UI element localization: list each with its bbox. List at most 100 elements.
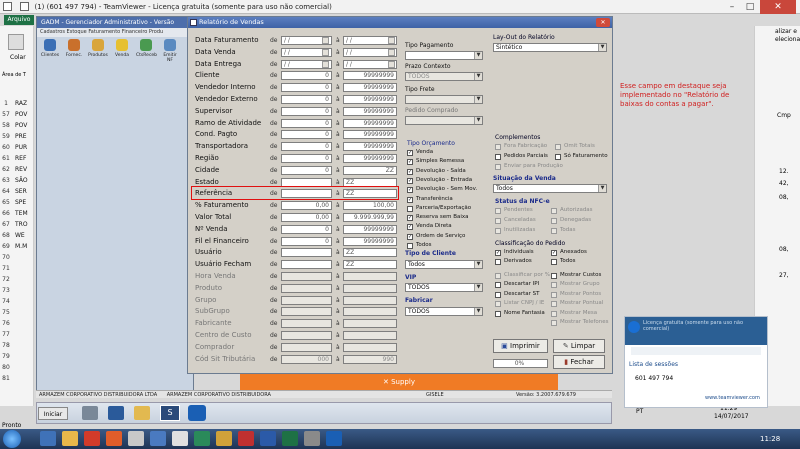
tipo-item-checkbox[interactable]: ✓	[407, 177, 413, 184]
calendar-icon[interactable]	[322, 48, 329, 56]
tipo-item-checkbox[interactable]: ✓	[407, 159, 413, 166]
tv-session-id[interactable]: 601 497 794	[635, 375, 673, 382]
filter-to-input[interactable]: 99999999	[343, 83, 397, 93]
network-icon[interactable]	[82, 406, 98, 420]
calendar-icon[interactable]	[322, 60, 329, 68]
option-right-checkbox[interactable]	[551, 282, 557, 289]
gadm-menu[interactable]: Cadastros Estoque Faturamento Financeiro…	[37, 28, 193, 37]
option-right-checkbox[interactable]	[551, 310, 557, 317]
filter-from-input[interactable]	[281, 307, 332, 317]
vip-select[interactable]: TODOS ▼	[405, 283, 483, 292]
nfce-item-checkbox[interactable]	[551, 208, 557, 214]
filter-from-input[interactable]	[281, 248, 332, 258]
row-number[interactable]: 71	[0, 265, 12, 272]
row-number[interactable]: 80	[0, 364, 12, 371]
filter-from-input[interactable]: 000	[281, 354, 332, 364]
row-number[interactable]: 73	[0, 287, 12, 294]
pedidos-parciais-checkbox[interactable]	[495, 154, 501, 160]
tipo-item-checkbox[interactable]	[407, 243, 413, 249]
filter-from-input[interactable]: 0	[281, 106, 332, 116]
option-right-checkbox[interactable]	[551, 320, 557, 326]
excel-icon[interactable]	[282, 431, 298, 446]
row-number[interactable]: 81	[0, 375, 12, 382]
cell-text[interactable]: SER	[15, 188, 27, 195]
option-right-checkbox[interactable]	[551, 291, 557, 298]
filter-to-input[interactable]: 99999999	[343, 95, 397, 104]
tv-website-link[interactable]: www.teamviewer.com	[705, 395, 760, 401]
filter-to-input[interactable]: 99999999	[343, 154, 397, 163]
row-number[interactable]: 70	[0, 254, 12, 261]
toolbar-emitir-nf[interactable]: Emitir NF	[160, 39, 180, 69]
filter-to-input[interactable]: 99999999	[343, 106, 397, 116]
ie-icon[interactable]	[40, 431, 56, 446]
cell-text[interactable]: POV	[15, 111, 27, 118]
nfce-item-checkbox[interactable]	[551, 228, 557, 234]
cell-text[interactable]: M.M	[15, 243, 27, 250]
cell-text[interactable]: SÃO	[15, 177, 28, 184]
row-number[interactable]: 74	[0, 298, 12, 305]
filter-to-input[interactable]: 99999999	[343, 142, 397, 152]
filter-from-input[interactable]	[281, 260, 332, 270]
tipo-item-checkbox[interactable]: ✓	[407, 168, 413, 175]
row-number[interactable]: 63	[0, 177, 12, 184]
filter-from-input[interactable]	[281, 295, 332, 305]
prazo-select[interactable]: TODOS ▼	[405, 72, 483, 81]
explorer-icon[interactable]	[62, 431, 78, 446]
nfce-item-checkbox[interactable]	[495, 228, 501, 234]
minimize-button[interactable]: –	[724, 0, 740, 14]
app-icon[interactable]	[238, 431, 254, 446]
row-number[interactable]: 69	[0, 243, 12, 250]
cell-text[interactable]: SPE	[15, 199, 26, 206]
filter-from-input[interactable]: 0	[281, 142, 332, 152]
filter-to-input[interactable]	[343, 319, 397, 329]
nfce-item-checkbox[interactable]	[495, 218, 501, 224]
row-number[interactable]: 61	[0, 155, 12, 162]
row-number[interactable]: 72	[0, 276, 12, 283]
row-number[interactable]: 77	[0, 331, 12, 338]
row-number[interactable]: 76	[0, 320, 12, 327]
tipo-item-checkbox[interactable]: ✓	[407, 224, 413, 231]
fechar-button[interactable]: ▮ Fechar	[553, 355, 605, 369]
app-icon[interactable]	[216, 431, 232, 446]
remote-lang[interactable]: PT	[636, 408, 643, 415]
filter-from-input[interactable]: 0,00	[281, 201, 332, 211]
gadm-task-icon[interactable]: S	[160, 405, 180, 421]
tipo-item-checkbox[interactable]: ✓	[407, 187, 413, 194]
situacao-select[interactable]: Todos ▼	[493, 184, 607, 193]
calendar-icon[interactable]	[388, 48, 395, 56]
layout-select[interactable]: Sintético ▼	[493, 43, 607, 52]
filter-to-input[interactable]: ZZ	[343, 165, 397, 175]
firefox-icon[interactable]	[106, 431, 122, 446]
row-number[interactable]: 1	[0, 100, 12, 107]
filter-to-input[interactable]	[343, 295, 397, 305]
calendar-icon[interactable]	[322, 37, 329, 44]
cell-text[interactable]: TEM	[15, 210, 28, 217]
option-right-checkbox[interactable]	[551, 273, 557, 279]
filter-to-input[interactable]: 99999999	[343, 224, 397, 234]
toolbar-venda[interactable]: Venda	[112, 39, 132, 69]
classif-item-checkbox[interactable]: ✓	[551, 250, 557, 256]
so-faturamento-checkbox[interactable]	[555, 154, 561, 160]
omit-totais-checkbox[interactable]	[555, 144, 561, 150]
toolbar-produtos[interactable]: Produtos	[88, 39, 108, 69]
filter-to-input[interactable]: ZZ	[343, 260, 397, 270]
tipo-frete-select[interactable]: ▼	[405, 95, 483, 104]
cell-text[interactable]: REF	[15, 155, 26, 162]
classif-item-checkbox[interactable]	[495, 259, 501, 265]
filter-from-input[interactable]: 0	[281, 83, 332, 93]
row-number[interactable]: 75	[0, 309, 12, 316]
row-number[interactable]: 66	[0, 210, 12, 217]
filter-to-input[interactable]: 100,00	[343, 201, 397, 211]
row-number[interactable]: 79	[0, 353, 12, 360]
filter-to-input[interactable]: 99999999	[343, 118, 397, 128]
tv-session-list-title[interactable]: Lista de sessões	[629, 361, 678, 368]
filter-from-input[interactable]	[281, 272, 332, 281]
filter-to-input[interactable]	[343, 307, 397, 317]
windows-start-button[interactable]	[3, 430, 21, 448]
folder-icon[interactable]	[134, 406, 150, 420]
filter-to-input[interactable]: 99999999	[343, 71, 397, 81]
cell-text[interactable]: POV	[15, 122, 27, 129]
tipo-pagamento-select[interactable]: ▼	[405, 51, 483, 60]
row-number[interactable]: 57	[0, 111, 12, 118]
dialog-close-button[interactable]: ✕	[596, 18, 610, 27]
